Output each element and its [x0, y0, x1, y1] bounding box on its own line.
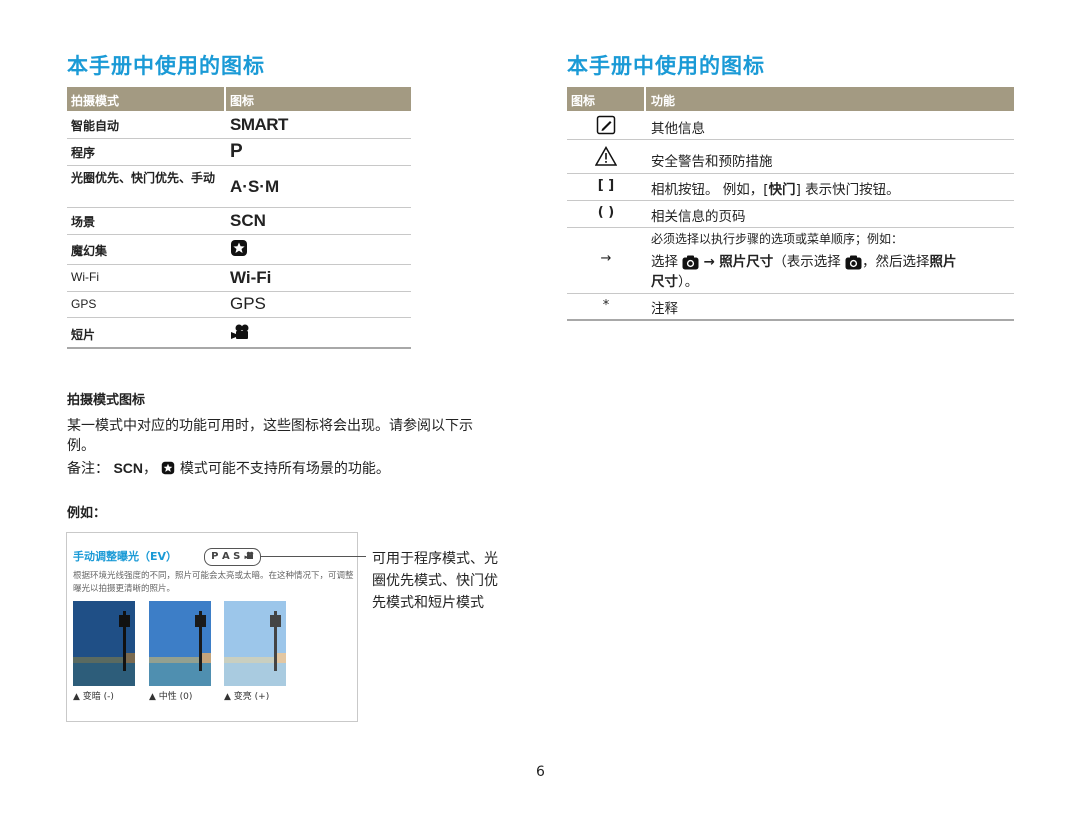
mode-badge: P A S — [204, 548, 261, 566]
magic-star-icon — [230, 239, 248, 262]
mode-label: 智能自动 — [71, 119, 120, 133]
header-icon: 图标 — [571, 94, 596, 108]
table-header: 图标 功能 — [567, 87, 1014, 111]
table-row: * 注释 — [567, 293, 1014, 321]
dark-photo — [73, 601, 135, 686]
table-row: 光圈优先、快门优先、手动 A·S·M — [67, 165, 411, 208]
scene-icon: SCN — [230, 211, 266, 230]
row-desc: 相机按钮。 例如，[快门] 表示快门按钮。 — [651, 182, 900, 198]
mode-label: 短片 — [71, 328, 96, 342]
bracket-symbol: [ ] — [597, 178, 615, 193]
table-row: 其他信息 — [567, 111, 1014, 140]
asm-icon: A·S·M — [230, 177, 280, 196]
caption-dark: ▲ 变暗 (-) — [73, 692, 114, 702]
mode-label: 魔幻集 — [71, 244, 108, 258]
shooting-mode-table: 拍摄模式 图标 智能自动 SMART 程序 P 光圈优先、快门优先、手动 A·S… — [67, 87, 411, 349]
left-page-title: 本手册中使用的图标 — [67, 54, 265, 78]
page-number: 6 — [536, 764, 545, 780]
mode-label: 程序 — [71, 146, 96, 160]
table-row: Wi-Fi Wi-Fi — [67, 264, 411, 292]
table-row: 短片 — [67, 317, 411, 349]
warning-triangle-icon — [567, 145, 645, 170]
example-text: 根据环境光线强度的不同，照片可能会太亮或太暗。在这种情况下，可调整曝光以拍摄更清… — [73, 571, 354, 594]
row-desc: 安全警告和预防措施 — [651, 154, 773, 170]
row-desc-line1: 必须选择以执行步骤的选项或菜单顺序；例如： — [651, 232, 904, 246]
note-pencil-icon — [567, 115, 645, 139]
example-callout: 可用于程序模式、光圈优先模式、快门优先模式和短片模式 — [372, 551, 498, 611]
table-row: GPS GPS — [67, 291, 411, 318]
neutral-photo — [149, 601, 211, 686]
mode-label: Wi-Fi — [71, 270, 99, 284]
row-desc: 相关信息的页码 — [651, 209, 746, 225]
note-prefix: 备注： — [67, 461, 109, 477]
section-heading: 拍摄模式图标 — [67, 393, 146, 408]
scn-icon: SCN — [113, 460, 144, 476]
table-row: 魔幻集 — [67, 234, 411, 265]
note-suffix: 模式可能不支持所有场景的功能。 — [179, 461, 390, 477]
header-icon: 图标 — [230, 94, 255, 108]
mode-label: 光圈优先、快门优先、手动 — [71, 171, 216, 185]
row-desc: 注释 — [651, 301, 678, 317]
icon-legend-table: 图标 功能 其他信息 安全警告和预防措施 [ ] 相机按钮。 例如，[快门] 表… — [567, 87, 1014, 322]
row-desc-line2: 选择 → 照片尺寸（表示选择 ，然后选择照片 — [651, 254, 957, 270]
parenthesis-symbol: ( ) — [597, 205, 615, 220]
table-row: → 必须选择以执行步骤的选项或菜单顺序；例如： 选择 → 照片尺寸（表示选择 ，… — [567, 227, 1014, 294]
bright-photo — [224, 601, 286, 686]
table-header: 拍摄模式 图标 — [67, 87, 411, 111]
mode-label: 场景 — [71, 215, 96, 229]
row-desc-line3: 尺寸）。 — [651, 274, 699, 290]
asterisk-symbol: * — [602, 298, 610, 313]
example-label: 例如： — [67, 506, 107, 521]
caption-neutral: ▲ 中性 (0) — [149, 692, 193, 702]
example-box: 手动调整曝光（EV） P A S 根据环境光线强度的不同，照片可能会太亮或太暗。… — [66, 532, 366, 722]
camera-icon — [845, 255, 862, 269]
gps-icon: GPS — [230, 294, 266, 313]
callout-line — [260, 556, 366, 557]
wifi-icon: Wi-Fi — [230, 268, 272, 287]
note-paragraph: 备注： SCN， 模式可能不支持所有场景的功能。 — [67, 460, 390, 477]
table-row: 场景 SCN — [67, 207, 411, 235]
table-row: 程序 P — [67, 138, 411, 166]
header-function: 功能 — [651, 94, 676, 108]
description-paragraph: 某一模式中对应的功能可用时，这些图标将会出现。请参阅以下示例。 — [67, 418, 473, 454]
table-row: [ ] 相机按钮。 例如，[快门] 表示快门按钮。 — [567, 173, 1014, 201]
example-title: 手动调整曝光（EV） — [73, 550, 178, 563]
row-desc: 其他信息 — [651, 121, 705, 137]
magic-star-icon — [162, 461, 175, 475]
table-row: ( ) 相关信息的页码 — [567, 200, 1014, 228]
right-page-title: 本手册中使用的图标 — [567, 54, 765, 78]
program-icon: P — [230, 141, 243, 162]
caption-bright: ▲ 变亮 (+) — [224, 692, 270, 702]
header-mode: 拍摄模式 — [71, 94, 120, 108]
table-row: 安全警告和预防措施 — [567, 139, 1014, 174]
movie-camera-icon — [230, 323, 250, 346]
smart-icon: SMART — [230, 115, 288, 134]
camera-icon — [682, 255, 699, 269]
arrow-symbol: → — [600, 251, 612, 266]
table-row: 智能自动 SMART — [67, 111, 411, 139]
mode-label: GPS — [71, 297, 97, 311]
